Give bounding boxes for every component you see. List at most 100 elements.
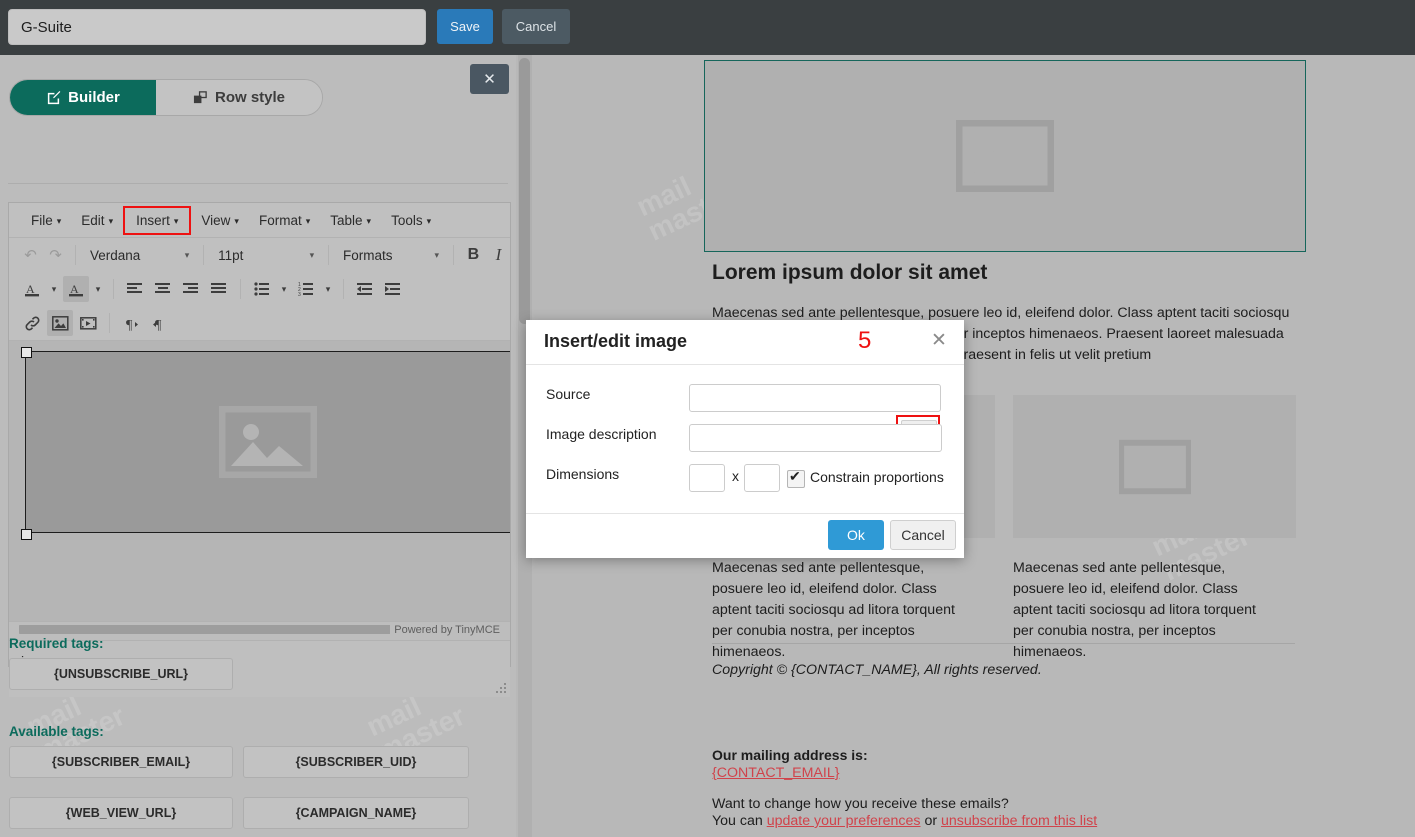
chevron-down-icon[interactable]: ▾ — [277, 276, 291, 302]
editor-content-area[interactable] — [9, 340, 510, 621]
insert-media-icon[interactable] — [75, 310, 101, 336]
step-annotation-5: 5 — [858, 327, 872, 354]
redo-icon[interactable]: ↷ — [44, 242, 67, 268]
font-family-select[interactable]: Verdana ▾ — [84, 242, 195, 268]
preview-column-image-right[interactable] — [1013, 395, 1296, 538]
menu-insert[interactable]: Insert ▾ — [123, 205, 192, 235]
svg-text:¶: ¶ — [126, 318, 133, 331]
dialog-ok-button[interactable]: Ok — [828, 520, 884, 550]
powered-by-label: Powered by TinyMCE — [390, 623, 504, 637]
rtl-direction-icon[interactable]: ¶ — [146, 310, 172, 336]
tag-unsubscribe-url[interactable]: {UNSUBSCRIBE_URL} — [9, 658, 233, 690]
image-placeholder-icon — [1118, 439, 1191, 494]
bold-icon[interactable]: B — [462, 242, 485, 268]
preview-heading: Lorem ipsum dolor sit amet — [712, 261, 988, 284]
text-color-icon[interactable]: A — [19, 276, 45, 302]
preview-copyright: Copyright © {CONTACT_NAME}, All rights r… — [712, 662, 1042, 678]
menu-file[interactable]: File ▾ — [21, 209, 71, 232]
scrollbar-thumb[interactable] — [19, 625, 407, 634]
constrain-proportions-label: Constrain proportions — [810, 469, 944, 485]
selected-image-placeholder[interactable] — [25, 351, 510, 533]
edit-square-icon — [46, 90, 61, 105]
align-justify-icon[interactable] — [206, 276, 232, 302]
dimension-separator: x — [732, 468, 739, 484]
required-tags-label: Required tags: — [9, 636, 104, 651]
chevron-down-icon: ▾ — [56, 215, 62, 226]
source-input[interactable] — [689, 384, 941, 412]
tab-builder-label: Builder — [68, 89, 120, 106]
tab-builder[interactable]: Builder — [10, 80, 156, 115]
toolbar-separator — [109, 313, 110, 333]
align-left-icon[interactable] — [122, 276, 148, 302]
close-icon[interactable]: ✕ — [928, 331, 950, 353]
menu-edit[interactable]: Edit ▾ — [71, 209, 123, 232]
chevron-down-icon: ▾ — [173, 215, 179, 226]
ltr-direction-icon[interactable]: ¶ — [118, 310, 144, 336]
menu-table[interactable]: Table ▾ — [320, 209, 381, 232]
tag-subscriber-email[interactable]: {SUBSCRIBER_EMAIL} — [9, 746, 233, 778]
link-icon[interactable] — [19, 310, 45, 336]
chevron-down-icon[interactable]: ▾ — [47, 276, 61, 302]
chevron-down-icon: ▾ — [305, 215, 311, 226]
or-text: or — [920, 813, 942, 829]
close-panel-button[interactable]: ✕ — [470, 64, 509, 94]
font-size-select[interactable]: 11pt ▾ — [212, 242, 320, 268]
app-root: Save Cancel mailmaster mailmaster mailma… — [0, 0, 1415, 837]
update-preferences-link[interactable]: update your preferences — [767, 813, 921, 829]
chevron-down-icon[interactable]: ▾ — [91, 276, 105, 302]
image-placeholder-icon — [956, 120, 1054, 192]
menu-view[interactable]: View ▾ — [191, 209, 249, 232]
top-toolbar: Save Cancel — [0, 0, 1415, 55]
preview-hero-image[interactable] — [704, 60, 1306, 252]
italic-icon[interactable]: I — [487, 242, 510, 268]
template-name-input[interactable] — [8, 9, 426, 45]
align-center-icon[interactable] — [150, 276, 176, 302]
save-button[interactable]: Save — [437, 9, 493, 44]
preview-column-text-left: Maecenas sed ante pellentesque, posuere … — [712, 560, 955, 660]
tinymce-editor: File ▾ Edit ▾ Insert ▾ View ▾ Format ▾ Table ▾ — [8, 202, 511, 697]
chevron-down-icon: ▾ — [234, 215, 239, 226]
toolbar-separator — [75, 245, 76, 265]
chevron-down-icon: ▾ — [426, 215, 432, 226]
resize-handle-tl[interactable] — [21, 347, 32, 358]
tag-web-view-url[interactable]: {WEB_VIEW_URL} — [9, 797, 233, 829]
preview-contact-email-link[interactable]: {CONTACT_EMAIL} — [712, 765, 839, 781]
chevron-down-icon[interactable]: ▾ — [321, 276, 335, 302]
resize-grip-icon[interactable] — [496, 683, 506, 693]
outdent-icon[interactable] — [352, 276, 378, 302]
background-color-icon[interactable]: A — [63, 276, 89, 302]
tag-subscriber-uid[interactable]: {SUBSCRIBER_UID} — [243, 746, 469, 778]
align-right-icon[interactable] — [178, 276, 204, 302]
image-description-input[interactable] — [689, 424, 942, 452]
svg-text:¶: ¶ — [155, 318, 162, 331]
panel-scrollbar-thumb[interactable] — [519, 58, 530, 324]
svg-text:A: A — [70, 282, 79, 296]
tab-row-style[interactable]: Row style — [156, 80, 322, 115]
undo-icon[interactable]: ↶ — [19, 242, 42, 268]
dimensions-label: Dimensions — [546, 466, 620, 482]
constrain-proportions-checkbox[interactable] — [787, 468, 805, 488]
menu-tools[interactable]: Tools ▾ — [381, 209, 441, 232]
editor-toolbar-row-3: ¶ ¶ — [9, 306, 510, 340]
insert-image-icon[interactable] — [47, 310, 73, 336]
editor-toolbar-row-1: ↶ ↷ Verdana ▾ 11pt ▾ Formats ▾ B I — [9, 238, 510, 272]
preview-column-text-right: Maecenas sed ante pellentesque, posuere … — [1013, 560, 1256, 660]
numbered-list-icon[interactable]: 123 — [293, 276, 319, 302]
dialog-cancel-button[interactable]: Cancel — [890, 520, 956, 550]
dimension-width-input[interactable] — [689, 464, 725, 492]
toolbar-separator — [328, 245, 330, 265]
toolbar-separator — [203, 245, 205, 265]
dimension-height-input[interactable] — [744, 464, 780, 492]
chevron-down-icon: ▾ — [434, 249, 440, 260]
formats-select[interactable]: Formats ▾ — [337, 242, 445, 268]
resize-handle-bl[interactable] — [21, 529, 32, 540]
indent-icon[interactable] — [380, 276, 406, 302]
bullet-list-icon[interactable] — [249, 276, 275, 302]
menu-format[interactable]: Format ▾ — [249, 209, 320, 232]
image-placeholder-icon — [219, 406, 317, 478]
dialog-header: Insert/edit image 5 ✕ — [526, 320, 964, 365]
builder-tabs: Builder Row style — [9, 79, 323, 116]
cancel-button[interactable]: Cancel — [502, 9, 570, 44]
tag-campaign-name[interactable]: {CAMPAIGN_NAME} — [243, 797, 469, 829]
unsubscribe-link[interactable]: unsubscribe from this list — [941, 813, 1097, 829]
